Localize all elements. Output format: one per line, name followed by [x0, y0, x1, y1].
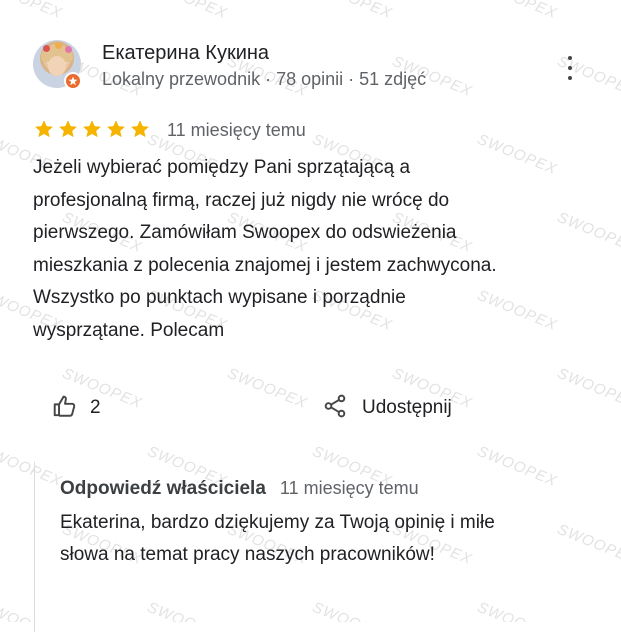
owner-reply-line: Ekaterina, bardzo dziękujemy za Twoją op…: [60, 512, 495, 533]
star-rating: [33, 118, 151, 140]
thumb-up-icon: [52, 393, 78, 424]
share-icon: [322, 393, 348, 424]
author-meta[interactable]: Lokalny przewodnik · 78 opinii · 51 zdję…: [102, 69, 426, 90]
local-guide-icon: [64, 72, 82, 90]
share-label: Udostępnij: [362, 397, 452, 418]
review-text-line: pierwszego. Zamówiłam Swoopex do odswież…: [33, 222, 457, 243]
more-vert-icon[interactable]: [560, 56, 580, 80]
review-text-line: profesjonalną firmą, raczej już nigdy ni…: [33, 189, 450, 211]
star-icon: [33, 118, 55, 140]
watermark-text: SWOOPEX: [475, 0, 560, 22]
owner-reply: Odpowiedź właściciela 11 miesięcy temu E…: [34, 462, 595, 632]
watermark-text: SWOOPEX: [224, 364, 310, 413]
owner-reply-date: 11 miesięcy temu: [279, 478, 419, 498]
star-icon: [81, 118, 103, 140]
author-name[interactable]: Екатерина Кукина: [102, 42, 269, 65]
review-text: Jeżeli wybierać pomiędzy Pani sprzątając…: [33, 152, 593, 347]
share-button[interactable]: Udostępnij: [322, 394, 452, 422]
owner-reply-label: Odpowiedź właściciela: [60, 478, 266, 499]
owner-reply-line: słowa na temat pracy naszych pracowników…: [60, 544, 435, 565]
star-icon: [57, 118, 79, 140]
like-button[interactable]: 2: [52, 394, 101, 422]
review-date: 11 miesięcy temu: [167, 120, 306, 140]
watermark-text: SWOOPEX: [554, 364, 621, 413]
like-count: 2: [90, 397, 101, 418]
review-text-line: wysprzątane. Polecam: [33, 319, 225, 341]
review-text-line: Jeżeli wybierać pomiędzy Pani sprzątając…: [33, 157, 411, 178]
watermark-text: SWOOPEX: [145, 0, 230, 22]
watermark-text: SWOOPEX: [0, 0, 65, 22]
owner-reply-text: Ekaterina, bardzo dziękujemy za Twoją op…: [60, 507, 590, 571]
star-icon: [105, 118, 127, 140]
star-icon: [129, 118, 151, 140]
watermark-text: SWOOPEX: [310, 0, 395, 22]
review-text-line: Wszystko po punktach wypisane i porządni…: [33, 287, 406, 308]
review-text-line: mieszkania z polecenia znajomej i jestem…: [33, 254, 497, 276]
